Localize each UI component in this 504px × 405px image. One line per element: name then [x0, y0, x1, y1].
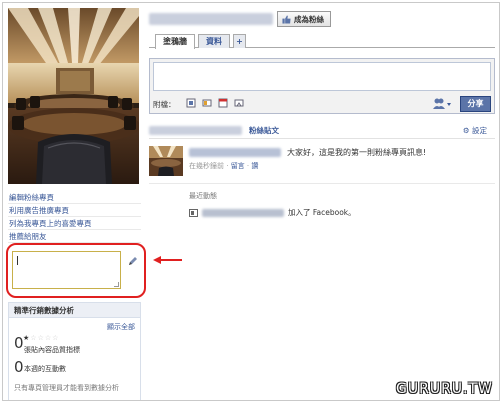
blurred-page-name: [149, 13, 273, 25]
facebook-page-window: 編輯粉絲專頁 利用廣告推廣專頁 列為我專頁上的喜愛專頁 推薦給朋友 精準行銷數據…: [2, 2, 500, 401]
status-composer: 附檔： 分享: [149, 58, 495, 114]
audience-selector-icon[interactable]: [432, 97, 454, 110]
insights-box: 精準行銷數據分析 顯示全部 0 ★☆☆☆☆ 張貼內容品質指標 0 本週的互動數 …: [8, 302, 141, 400]
post-quality-label: 張貼內容品質指標: [24, 346, 80, 354]
insights-title: 精準行銷數據分析: [9, 303, 140, 318]
suggest-to-friends-link[interactable]: 推薦給朋友: [8, 230, 141, 243]
description-textbox[interactable]: [12, 251, 121, 289]
resize-handle[interactable]: [114, 282, 119, 287]
avatar-image: [149, 146, 183, 176]
recent-activity-item: 加入了 Facebook。: [189, 207, 356, 218]
admin-only-note: 只有專頁管理員才能看到數據分析: [14, 384, 119, 392]
become-fan-button[interactable]: 成為粉絲: [277, 11, 331, 27]
post-quality-stat: 0 ★☆☆☆☆ 張貼內容品質指標: [9, 332, 140, 356]
post-timestamp: 在幾秒鐘前: [189, 162, 224, 170]
blurred-author-name[interactable]: [189, 148, 281, 157]
pencil-icon[interactable]: [128, 256, 138, 266]
profile-photo[interactable]: [8, 8, 139, 184]
highlight-circle: [6, 243, 146, 298]
photo-icon[interactable]: [186, 98, 196, 108]
star-rating: ★☆☆☆☆: [23, 334, 59, 342]
star-icon: ☆: [52, 334, 60, 342]
watermark: GURURU.TW: [396, 381, 493, 397]
joined-facebook-text: 加入了 Facebook。: [288, 208, 356, 217]
star-icon: ☆: [37, 334, 45, 342]
text-caret: [17, 256, 18, 265]
settings-label: 設定: [472, 126, 487, 135]
become-fan-label: 成為粉絲: [294, 14, 324, 24]
interactions-label: 本週的互動數: [24, 365, 66, 373]
meta-separator: ·: [224, 162, 231, 170]
settings-link[interactable]: ⚙ 設定: [463, 125, 487, 136]
weekly-interactions-stat: 0 本週的互動數: [9, 356, 140, 380]
settings-gear-icon: ⚙: [462, 126, 470, 135]
activity-icon: [189, 208, 198, 217]
blurred-page-name-filter[interactable]: [149, 126, 242, 135]
fan-posts-filter[interactable]: 粉絲貼文: [249, 125, 279, 136]
recent-activity-heading: 最近動態: [189, 192, 217, 200]
wall-post: 大家好，這是我的第一則粉絲專頁訊息! 在幾秒鐘前 · 留言 · 讚: [149, 146, 495, 176]
show-all-link[interactable]: 顯示全部: [9, 322, 140, 332]
comment-link[interactable]: 留言: [231, 162, 245, 170]
thumbs-up-icon: [282, 14, 291, 24]
page-admin-links: 編輯粉絲專頁 利用廣告推廣專頁 列為我專頁上的喜愛專頁 推薦給朋友: [8, 191, 141, 243]
video-icon[interactable]: [202, 98, 212, 108]
star-icon: ☆: [30, 334, 38, 342]
event-icon[interactable]: [218, 98, 228, 108]
tab-add[interactable]: +: [233, 34, 246, 48]
like-link[interactable]: 讚: [251, 162, 258, 170]
attach-label: 附檔：: [153, 100, 176, 109]
post-avatar[interactable]: [149, 146, 183, 176]
tab-info[interactable]: 資料: [198, 34, 230, 48]
red-arrow-icon: [153, 256, 182, 264]
interactions-value: 0: [14, 358, 24, 376]
status-input[interactable]: [153, 62, 491, 91]
promote-with-ad-link[interactable]: 利用廣告推廣專頁: [8, 204, 141, 217]
divider: [149, 183, 495, 184]
link-icon[interactable]: [234, 98, 244, 108]
blurred-activity-name[interactable]: [202, 208, 284, 217]
post-message: 大家好，這是我的第一則粉絲專頁訊息!: [287, 148, 427, 157]
conference-room-image: [8, 8, 139, 184]
posts-filter-bar: 粉絲貼文 ⚙ 設定: [149, 123, 495, 139]
post-meta: 在幾秒鐘前 · 留言 · 讚: [189, 161, 258, 171]
edit-page-link[interactable]: 編輯粉絲專頁: [8, 191, 141, 204]
page-tabs: 塗鴉牆 資料 +: [149, 34, 495, 49]
tab-wall[interactable]: 塗鴉牆: [155, 34, 195, 49]
add-to-favorites-link[interactable]: 列為我專頁上的喜愛專頁: [8, 217, 141, 230]
share-button[interactable]: 分享: [460, 96, 491, 112]
